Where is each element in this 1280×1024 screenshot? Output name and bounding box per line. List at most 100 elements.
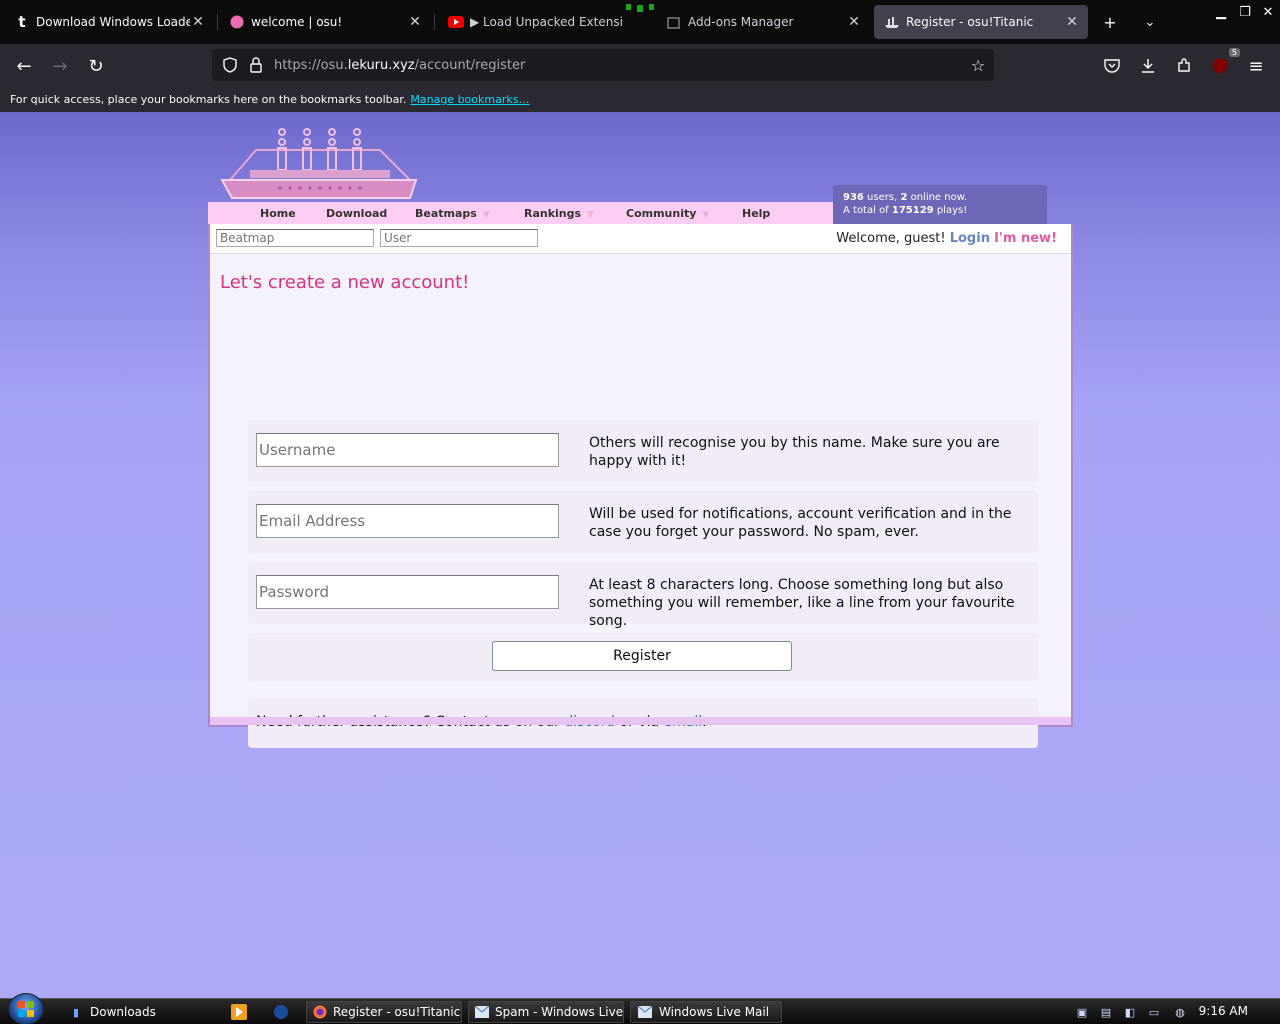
bookmarks-toolbar: For quick access, place your bookmarks h… xyxy=(0,86,1280,112)
menu-community[interactable]: Community ▼ xyxy=(626,207,709,220)
navigation-toolbar: ← → ↻ https://osu.lekuru.xyz/account/reg… xyxy=(0,44,1280,86)
url-text[interactable]: https://osu.lekuru.xyz/account/register xyxy=(274,58,525,73)
page-viewport: 936 users, 2 online now. A total of 1751… xyxy=(0,112,1280,998)
username-row: Others will recognise you by this name. … xyxy=(248,420,1038,482)
close-window-icon[interactable]: ✕ xyxy=(1259,4,1277,20)
tab-register-osu-titanic[interactable]: Register - osu!Titanic ✕ xyxy=(874,5,1088,39)
reload-button[interactable]: ↻ xyxy=(82,52,110,80)
search-row: Welcome, guest! Login I'm new! xyxy=(210,224,1071,254)
extension-badge: 5 xyxy=(1228,48,1240,57)
globe-icon[interactable] xyxy=(272,1003,290,1021)
new-tab-button[interactable]: + xyxy=(1098,10,1122,34)
close-icon[interactable]: ✕ xyxy=(190,14,206,30)
tumblr-icon: t xyxy=(18,13,26,31)
taskbar-item-spam-windows-live[interactable]: Spam - Windows Live ... xyxy=(468,1001,624,1023)
tab-separator xyxy=(434,14,435,30)
tray-display-icon[interactable]: ▭ xyxy=(1146,1004,1162,1020)
panel-footer-bar xyxy=(210,717,1071,725)
tab-load-unpacked-extension[interactable]: ▶ Load Unpacked Extensi xyxy=(438,5,652,39)
tab-label: ▶ Load Unpacked Extensi xyxy=(470,15,623,29)
hamburger-menu-icon[interactable]: ≡ xyxy=(1242,52,1270,80)
mail-icon xyxy=(637,1004,653,1020)
url-host: lekuru.xyz xyxy=(347,57,415,73)
ublock-origin-icon[interactable]: 5 xyxy=(1206,48,1240,80)
downloads-icon[interactable] xyxy=(1134,52,1162,80)
address-bar[interactable]: https://osu.lekuru.xyz/account/register … xyxy=(212,49,994,81)
task-label: Downloads xyxy=(90,1005,156,1019)
tray-folder-icon[interactable]: ▣ xyxy=(1074,1004,1090,1020)
login-link[interactable]: Login xyxy=(950,231,990,246)
im-new-link[interactable]: I'm new! xyxy=(994,231,1057,246)
folder-icon: ▮ xyxy=(72,1005,80,1019)
shield-icon[interactable] xyxy=(220,55,240,75)
menu-rankings[interactable]: Rankings ▼ xyxy=(524,207,594,220)
titanic-ship-icon xyxy=(884,14,900,30)
tab-separator xyxy=(217,14,218,30)
close-icon[interactable]: ✕ xyxy=(407,14,423,30)
star-icon[interactable]: ☆ xyxy=(968,55,988,75)
password-input[interactable] xyxy=(256,575,559,609)
back-button[interactable]: ← xyxy=(10,52,38,80)
plays-label: plays! xyxy=(933,205,968,216)
beatmap-search-input[interactable] xyxy=(216,229,374,247)
minimize-icon[interactable]: ▁ xyxy=(1212,4,1230,20)
register-button[interactable]: Register xyxy=(492,641,792,671)
manage-bookmarks-link[interactable]: Manage bookmarks… xyxy=(410,93,529,106)
username-input[interactable] xyxy=(256,433,559,467)
tab-welcome-osu[interactable]: welcome | osu! ✕ xyxy=(219,5,431,39)
taskbar-clock[interactable]: 9:16 AM xyxy=(1199,1004,1248,1018)
windows-logo-icon xyxy=(18,1001,34,1017)
osu-icon xyxy=(229,14,245,30)
tab-download-windows-loader[interactable]: t Download Windows Loader 2 ✕ xyxy=(4,5,214,39)
extensions-icon[interactable] xyxy=(1170,52,1198,80)
tab-label: welcome | osu! xyxy=(251,15,343,29)
titanic-logo-icon[interactable] xyxy=(220,126,420,204)
menu-label: Rankings xyxy=(524,207,582,220)
stats-line-plays: A total of 175129 plays! xyxy=(843,204,1037,217)
tab-label: Register - osu!Titanic xyxy=(906,15,1034,29)
start-button[interactable] xyxy=(8,993,44,1024)
list-all-tabs-button[interactable]: ⌄ xyxy=(1138,10,1162,34)
tray-network-icon[interactable]: ▤ xyxy=(1098,1004,1114,1020)
menu-home[interactable]: Home xyxy=(260,207,296,220)
task-label: Register - osu!Titanic ... xyxy=(333,1005,462,1019)
user-search-input[interactable] xyxy=(380,229,538,247)
tab-label: Download Windows Loader 2 xyxy=(36,15,190,29)
task-label: Windows Live Mail xyxy=(659,1005,770,1019)
url-prefix: https://osu. xyxy=(274,57,348,73)
taskbar-item-windows-live-mail[interactable]: Windows Live Mail xyxy=(630,1001,782,1023)
username-hint: Others will recognise you by this name. … xyxy=(589,435,1000,469)
total-prefix: A total of xyxy=(843,205,892,216)
content-panel: Welcome, guest! Login I'm new! Let's cre… xyxy=(208,224,1073,748)
taskbar-item-register-osu-titanic[interactable]: Register - osu!Titanic ... xyxy=(306,1001,462,1023)
media-player-icon[interactable] xyxy=(230,1003,248,1021)
bookmarks-hint: For quick access, place your bookmarks h… xyxy=(10,92,407,106)
stats-line-users: 936 users, 2 online now. xyxy=(843,191,1037,204)
menu-beatmaps[interactable]: Beatmaps ▼ xyxy=(415,207,490,220)
task-label: Spam - Windows Live ... xyxy=(495,1005,624,1019)
users-label: users, xyxy=(863,192,901,203)
lock-icon[interactable] xyxy=(246,55,266,75)
restore-icon[interactable]: ❐ xyxy=(1236,4,1254,20)
mail-icon xyxy=(475,1004,489,1020)
close-icon[interactable]: ✕ xyxy=(1064,14,1080,30)
menu-download[interactable]: Download xyxy=(326,207,387,220)
tray-security-icon[interactable]: ◧ xyxy=(1122,1004,1138,1020)
taskbar-item-downloads[interactable]: ▮ Downloads xyxy=(62,1001,210,1023)
tab-add-ons-manager[interactable]: Add-ons Manager ✕ xyxy=(656,5,870,39)
close-icon[interactable]: ✕ xyxy=(846,14,862,30)
site-main-menu: Home Download Beatmaps ▼ Rankings ▼ Commun… xyxy=(208,202,833,224)
menu-help[interactable]: Help xyxy=(742,207,770,220)
tray-volume-icon[interactable]: ◍ xyxy=(1172,1004,1188,1020)
forward-button[interactable]: → xyxy=(46,52,74,80)
browser-tab-bar: t Download Windows Loader 2 ✕ welcome | … xyxy=(0,0,1280,44)
email-input[interactable] xyxy=(256,504,559,538)
online-label: online now. xyxy=(907,192,968,203)
chevron-down-icon: ▼ xyxy=(587,210,594,220)
user-count: 936 xyxy=(843,192,864,203)
puzzle-icon xyxy=(666,14,682,30)
tab-label: Add-ons Manager xyxy=(688,15,794,29)
youtube-icon xyxy=(448,14,464,30)
pocket-icon[interactable] xyxy=(1098,52,1126,80)
password-row: At least 8 characters long. Choose somet… xyxy=(248,562,1038,629)
